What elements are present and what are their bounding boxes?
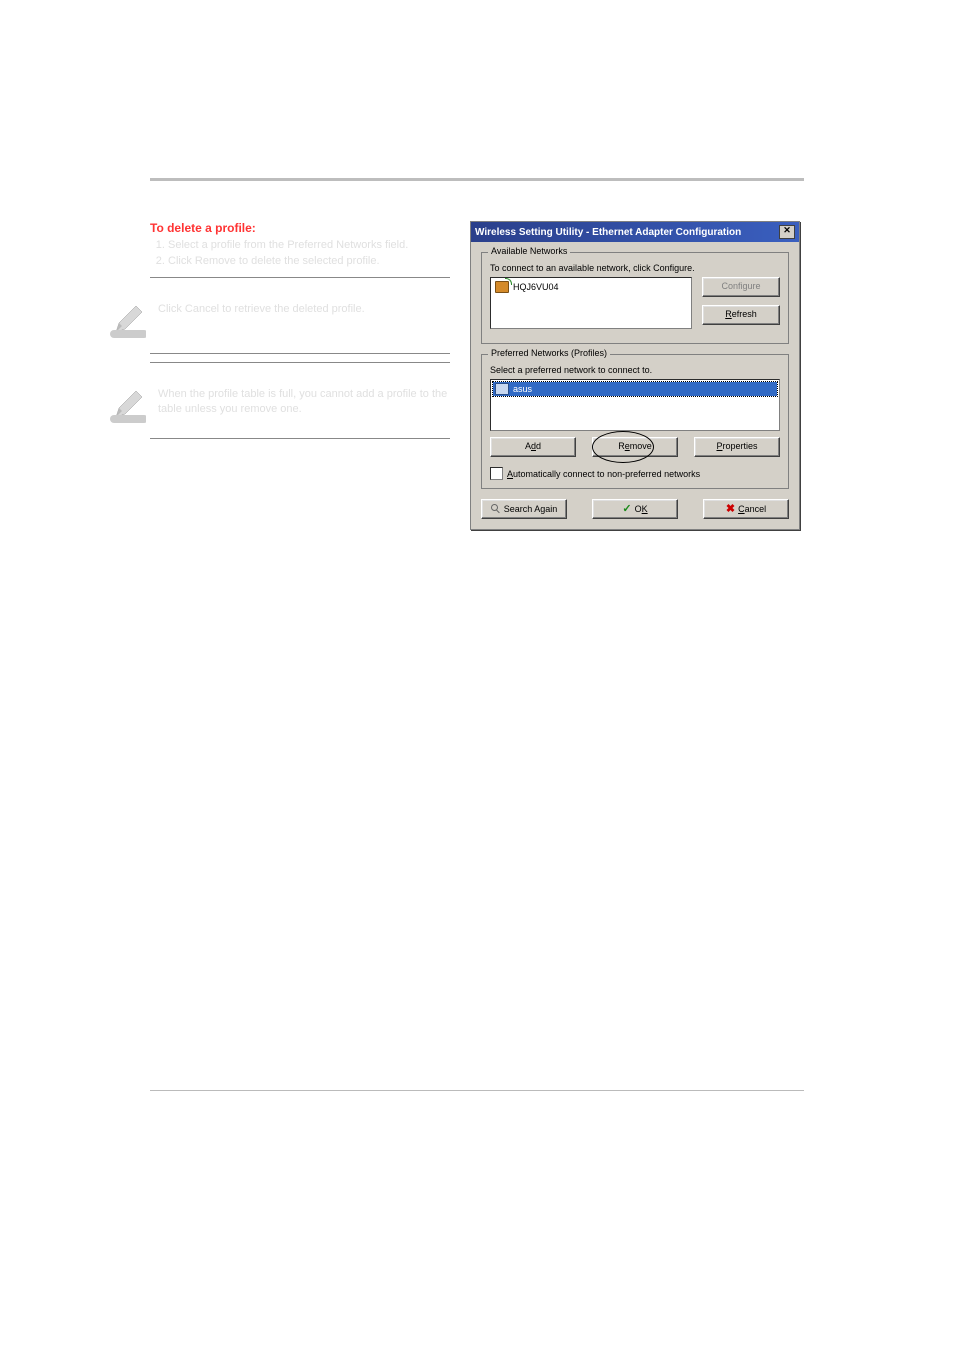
preferred-networks-group: Preferred Networks (Profiles) Select a p… xyxy=(481,354,789,489)
left-column: To delete a profile: Select a profile fr… xyxy=(150,221,450,441)
network-name: HQJ6VU04 xyxy=(513,282,559,292)
auto-connect-row[interactable]: Automatically connect to non-preferred n… xyxy=(490,467,780,480)
step-item: Click Remove to delete the selected prof… xyxy=(168,255,450,267)
note-text-2: When the profile table is full, you cann… xyxy=(158,387,450,418)
note-block-1: Click Cancel to retrieve the deleted pro… xyxy=(150,296,450,343)
search-again-button[interactable]: Search Again xyxy=(481,499,567,519)
preferred-networks-list[interactable]: asus xyxy=(490,379,780,431)
right-column: Wireless Setting Utility - Ethernet Adap… xyxy=(470,221,808,530)
available-hint: To connect to an available network, clic… xyxy=(490,263,780,273)
preferred-legend: Preferred Networks (Profiles) xyxy=(488,348,610,358)
configure-button[interactable]: Configure xyxy=(702,277,780,297)
ok-button[interactable]: ✓ OK xyxy=(592,499,678,519)
list-item[interactable]: HQJ6VU04 xyxy=(493,280,689,294)
network-icon xyxy=(495,281,509,293)
x-icon: ✖ xyxy=(726,504,735,514)
auto-connect-label: Automatically connect to non-preferred n… xyxy=(507,469,700,479)
remove-button[interactable]: Remove xyxy=(592,437,678,457)
list-item[interactable]: asus xyxy=(493,382,777,396)
step-list: Select a profile from the Preferred Netw… xyxy=(150,239,450,267)
content-row: To delete a profile: Select a profile fr… xyxy=(150,221,804,530)
network-name: asus xyxy=(513,384,532,394)
note-divider xyxy=(150,438,450,439)
delete-heading: To delete a profile: xyxy=(150,221,450,235)
note-divider xyxy=(150,362,450,363)
pencil-icon xyxy=(110,302,150,343)
pencil-icon xyxy=(110,387,150,428)
auto-connect-checkbox[interactable] xyxy=(490,467,503,480)
footer-divider xyxy=(150,1090,804,1091)
refresh-button[interactable]: Refresh xyxy=(702,305,780,325)
available-legend: Available Networks xyxy=(488,246,570,256)
wireless-settings-dialog: Wireless Setting Utility - Ethernet Adap… xyxy=(470,221,800,530)
top-divider xyxy=(150,178,804,181)
add-button[interactable]: Add xyxy=(490,437,576,457)
network-icon xyxy=(495,383,509,395)
document-page: To delete a profile: Select a profile fr… xyxy=(0,0,954,1139)
note-divider xyxy=(150,353,450,354)
close-icon[interactable]: ✕ xyxy=(779,225,795,239)
note-divider xyxy=(150,277,450,278)
available-networks-list[interactable]: HQJ6VU04 xyxy=(490,277,692,329)
dialog-title: Wireless Setting Utility - Ethernet Adap… xyxy=(475,227,741,238)
dialog-titlebar: Wireless Setting Utility - Ethernet Adap… xyxy=(471,222,799,242)
preferred-hint: Select a preferred network to connect to… xyxy=(490,365,780,375)
available-networks-group: Available Networks To connect to an avai… xyxy=(481,252,789,344)
dialog-button-row: Search Again ✓ OK ✖ Cancel xyxy=(471,495,799,529)
cancel-button[interactable]: ✖ Cancel xyxy=(703,499,789,519)
note-text-1: Click Cancel to retrieve the deleted pro… xyxy=(158,302,365,317)
search-icon xyxy=(491,504,501,514)
step-item: Select a profile from the Preferred Netw… xyxy=(168,239,450,251)
note-block-2: When the profile table is full, you cann… xyxy=(150,381,450,428)
properties-button[interactable]: Properties xyxy=(694,437,780,457)
check-icon: ✓ xyxy=(622,504,631,514)
